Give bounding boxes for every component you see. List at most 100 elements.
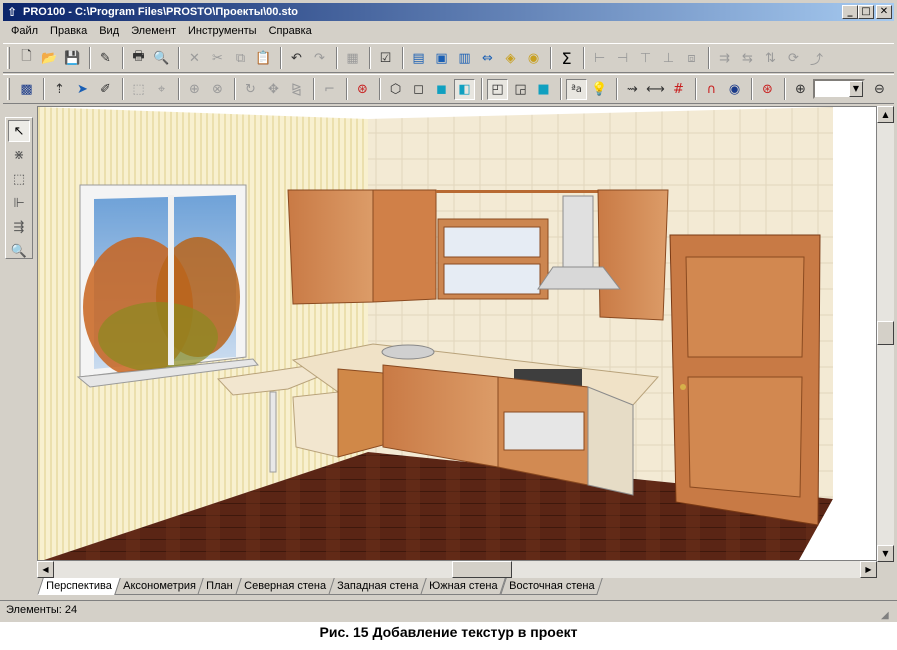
text-aa-icon[interactable]: ªa [566, 78, 587, 100]
open-folder-icon[interactable]: 📂 [39, 48, 60, 69]
horizontal-scrollbar[interactable]: ◀ ▶ [37, 561, 877, 578]
zoom-out-icon[interactable]: ⊖ [869, 79, 890, 100]
grid-red-icon[interactable]: # [668, 79, 689, 100]
vertical-scrollbar[interactable]: ▲ ▼ [877, 106, 894, 562]
report-size-icon[interactable]: ⇔ [477, 48, 498, 69]
tab-axonometry[interactable]: Аксонометрия [113, 578, 205, 595]
checklist-icon[interactable]: ☑ [375, 48, 396, 69]
rotate-cw-icon[interactable]: ↻ [240, 79, 261, 100]
dimension-icon[interactable]: ⟷ [645, 79, 666, 100]
mirror-icon[interactable]: ⧎ [286, 79, 307, 100]
rotate-axis-icon[interactable]: ⊕ [184, 79, 205, 100]
snap-icon[interactable]: ◉ [724, 79, 745, 100]
paste-icon[interactable]: 📋 [253, 48, 274, 69]
pan-icon[interactable]: ✥ [263, 79, 284, 100]
grid-icon[interactable]: ▩ [16, 79, 37, 100]
undo-icon[interactable]: ↶ [286, 48, 307, 69]
resize-grip-icon[interactable]: ◢ [881, 606, 893, 621]
rotate-icon[interactable]: ⟳ [783, 48, 804, 69]
maximize-button[interactable]: □ [858, 5, 874, 19]
new-file-icon[interactable]: 🗋 [16, 48, 37, 69]
toolbar-grip-2[interactable] [7, 78, 10, 100]
move-up-icon[interactable]: ⇡ [49, 79, 70, 100]
magnet-icon[interactable]: ∩ [701, 79, 722, 100]
arrange-icon[interactable]: ⇶ [8, 216, 30, 238]
align-h-center-icon[interactable]: ⊣ [612, 48, 633, 69]
zoom-in-icon[interactable]: ⊕ [790, 79, 811, 100]
toolbar-grip[interactable] [7, 47, 10, 69]
scroll-up-button[interactable]: ▲ [877, 106, 894, 123]
menu-file[interactable]: Файл [5, 25, 44, 37]
chevron-down-icon[interactable]: ▼ [849, 81, 863, 97]
group-icon[interactable]: ⧈ [681, 48, 702, 69]
distribute-h-icon[interactable]: ⇉ [714, 48, 735, 69]
target2-icon[interactable]: ⊛ [757, 79, 778, 100]
scroll-left-button[interactable]: ◀ [37, 561, 54, 578]
minimize-button[interactable]: _ [842, 5, 858, 19]
box-texture-icon[interactable]: ◧ [454, 78, 475, 100]
save-icon[interactable]: 💾 [62, 48, 83, 69]
box-wire-icon[interactable]: ⬡ [385, 79, 406, 100]
box-icon[interactable]: ⬚ [8, 168, 30, 190]
box-outline-icon[interactable]: ◻ [408, 79, 429, 100]
scroll-down-button[interactable]: ▼ [877, 545, 894, 562]
box-color-icon[interactable]: ◼ [431, 79, 452, 100]
horizontal-scroll-thumb[interactable] [452, 561, 512, 578]
figure-caption: Рис. 15 Добавление текстур в проект [319, 624, 578, 640]
light-bulb-icon[interactable]: 💡 [589, 79, 610, 100]
3d-viewport[interactable] [37, 106, 877, 561]
align-top-icon[interactable]: ⊤ [635, 48, 656, 69]
corner-icon[interactable]: ⌐ [319, 79, 340, 100]
export-icon[interactable]: ⤴ [806, 48, 827, 69]
print-preview-icon[interactable]: 🔍 [151, 48, 172, 69]
sum-icon[interactable]: Σ [556, 48, 577, 69]
delete-icon[interactable]: ✕ [184, 48, 205, 69]
menu-view[interactable]: Вид [93, 25, 125, 37]
target-icon[interactable]: ⊛ [352, 79, 373, 100]
tab-east-wall[interactable]: Восточная стена [499, 578, 603, 595]
report-light-icon[interactable]: ◈ [500, 48, 521, 69]
pointer-icon[interactable]: ↖ [8, 120, 30, 142]
copy-icon[interactable]: ⧉ [230, 48, 251, 69]
report-list-icon[interactable]: ▥ [454, 48, 475, 69]
align-tool-icon[interactable]: ⊩ [8, 192, 30, 214]
tab-north-wall[interactable]: Северная стена [235, 578, 335, 595]
tab-south-wall[interactable]: Южная стена [420, 578, 507, 595]
tab-west-wall[interactable]: Западная стена [328, 578, 427, 595]
vertical-scroll-thumb[interactable] [877, 321, 894, 345]
distribute-v-icon[interactable]: ⇆ [737, 48, 758, 69]
box-back-icon[interactable]: ◰ [487, 78, 508, 100]
redo-icon[interactable]: ↷ [309, 48, 330, 69]
frame-icon[interactable]: ⬚ [128, 79, 149, 100]
print-icon[interactable]: 🖶 [128, 48, 149, 69]
pencil-icon[interactable]: ✐ [95, 79, 116, 100]
tab-perspective[interactable]: Перспектива [37, 578, 121, 595]
align-left-icon[interactable]: ⊢ [589, 48, 610, 69]
menu-tools[interactable]: Инструменты [182, 25, 263, 37]
cut-icon[interactable]: ✂ [207, 48, 228, 69]
edit-icon[interactable]: ✎ [95, 48, 116, 69]
trim-icon[interactable]: ⋇ [8, 144, 30, 166]
space-icon[interactable]: ⇅ [760, 48, 781, 69]
select-pointer-icon[interactable]: ➤ [72, 79, 93, 100]
view-toolbar: ▩ ⇡ ➤ ✐ ⬚ ⌖ ⊕ ⊗ ↻ ✥ ⧎ ⌐ ⊛ ⬡ ◻ ◼ ◧ ◰ ◲ ■ … [3, 74, 894, 104]
menu-edit[interactable]: Правка [44, 25, 93, 37]
align-bottom-icon[interactable]: ⊥ [658, 48, 679, 69]
report-icon[interactable]: ▤ [408, 48, 429, 69]
walk-icon[interactable]: ⇝ [622, 79, 643, 100]
zoom-select[interactable]: ▼ [813, 79, 865, 99]
report-search-icon[interactable]: ▣ [431, 48, 452, 69]
box-solid-icon[interactable]: ■ [533, 79, 554, 100]
properties-icon[interactable]: ▦ [342, 48, 363, 69]
scroll-right-button[interactable]: ▶ [860, 561, 877, 578]
menu-help[interactable]: Справка [263, 25, 318, 37]
kitchen-scene[interactable] [38, 107, 877, 561]
status-bar: Элементы: 24 ◢ [0, 600, 897, 621]
menu-element[interactable]: Элемент [125, 25, 182, 37]
box-front-icon[interactable]: ◲ [510, 79, 531, 100]
rotate-axis2-icon[interactable]: ⊗ [207, 79, 228, 100]
rotate-around-icon[interactable]: ⌖ [151, 79, 172, 100]
close-button[interactable]: ✕ [876, 5, 892, 19]
zoom-tool-icon[interactable]: 🔍 [8, 240, 30, 262]
report-money-icon[interactable]: ◉ [523, 48, 544, 69]
